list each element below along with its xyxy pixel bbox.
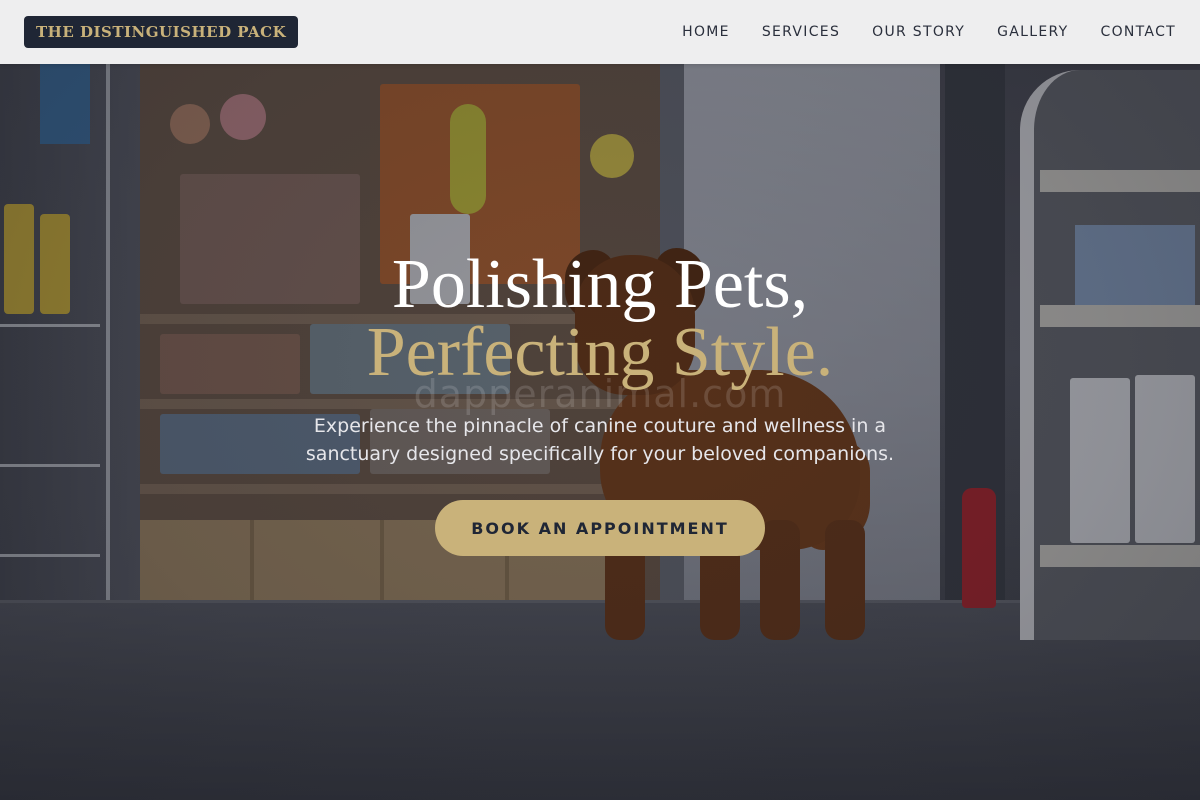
hero-headline-line2: Perfecting Style. <box>366 314 834 391</box>
nav-link-contact[interactable]: CONTACT <box>1101 24 1177 40</box>
nav-link-gallery[interactable]: GALLERY <box>997 24 1068 40</box>
book-appointment-button[interactable]: BOOK AN APPOINTMENT <box>435 500 765 556</box>
nav-link-services[interactable]: SERVICES <box>762 24 840 40</box>
hero-headline-line1: Polishing Pets, <box>391 246 809 323</box>
hero-content: Polishing Pets, Perfecting Style. Experi… <box>0 246 1200 556</box>
nav-link-our-story[interactable]: OUR STORY <box>872 24 965 40</box>
nav-link-home[interactable]: HOME <box>682 24 730 40</box>
brand-logo[interactable]: THE DISTINGUISHED PACK <box>24 16 299 48</box>
top-navbar: THE DISTINGUISHED PACK HOME SERVICES OUR… <box>0 0 1200 64</box>
nav-links: HOME SERVICES OUR STORY GALLERY CONTACT <box>682 24 1176 40</box>
hero-subtitle: Experience the pinnacle of canine coutur… <box>305 415 895 465</box>
